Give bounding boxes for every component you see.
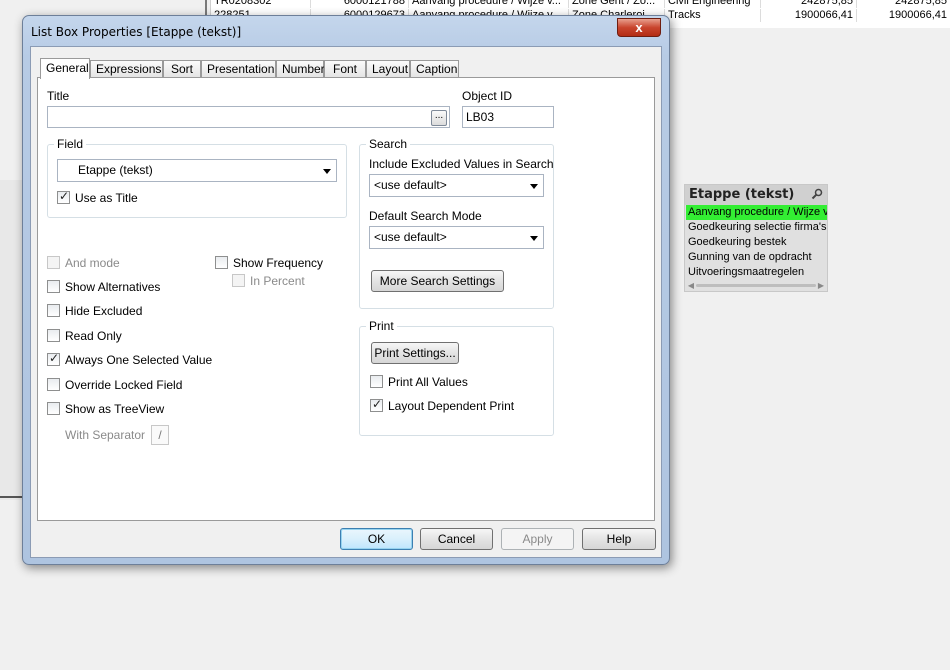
show-as-treeview-checkbox[interactable]: Show as TreeView <box>47 401 197 417</box>
listbox-caption: Etappe (tekst) <box>685 185 827 205</box>
table-cell: 1900066,41 <box>857 9 950 22</box>
etappe-listbox[interactable]: Etappe (tekst) Aanvang procedure / Wijze… <box>684 184 828 292</box>
separator-input[interactable]: / <box>151 425 169 445</box>
listbox-caption-text: Etappe (tekst) <box>689 187 795 202</box>
print-group: Print Print Settings... Print All Values… <box>359 319 554 436</box>
scrollbar-thumb[interactable] <box>696 284 816 287</box>
horizontal-scrollbar[interactable]: ◀ ▶ <box>687 281 825 290</box>
read-only-checkbox[interactable]: Read Only <box>47 328 197 344</box>
table-cell: 242875,85 <box>857 0 950 8</box>
field-group-title: Field <box>54 137 87 151</box>
list-item[interactable]: Goedkeuring bestek <box>686 235 827 250</box>
tab-expressions[interactable]: Expressions <box>90 60 163 78</box>
include-excluded-value: <use default> <box>374 178 447 192</box>
include-excluded-select[interactable]: <use default> <box>369 174 544 197</box>
list-item[interactable]: Goedkeuring selectie firma's <box>686 220 827 235</box>
tab-font[interactable]: Font <box>324 60 366 78</box>
show-as-treeview-label: Show as TreeView <box>65 402 165 416</box>
in-percent-checkbox[interactable]: In Percent <box>232 273 332 289</box>
tab-number[interactable]: Number <box>276 60 325 78</box>
list-item[interactable]: Gunning van de opdracht <box>686 250 827 265</box>
show-alternatives-checkbox[interactable]: Show Alternatives <box>47 279 197 295</box>
list-box-properties-dialog: List Box Properties [Etappe (tekst)] x G… <box>22 15 670 565</box>
and-mode-label: And mode <box>65 256 120 270</box>
tab-presentation[interactable]: Presentation <box>201 60 276 78</box>
override-locked-field-label: Override Locked Field <box>65 378 183 392</box>
layout-dependent-print-checkbox[interactable]: ✓ Layout Dependent Print <box>370 397 530 414</box>
title-expression-button[interactable]: ... <box>431 110 447 126</box>
list-item[interactable]: Aanvang procedure / Wijze v <box>686 205 827 220</box>
scroll-left-icon[interactable]: ◀ <box>687 281 695 290</box>
table-cell: 6000121788 <box>311 0 409 8</box>
title-input[interactable] <box>47 106 450 128</box>
and-mode-checkbox[interactable]: And mode <box>47 255 177 271</box>
read-only-label: Read Only <box>65 329 122 343</box>
dialog-title: List Box Properties [Etappe (tekst)] <box>31 25 242 39</box>
default-search-mode-value: <use default> <box>374 230 447 244</box>
cancel-button[interactable]: Cancel <box>420 528 493 550</box>
print-all-values-label: Print All Values <box>388 375 468 389</box>
apply-button[interactable]: Apply <box>501 528 574 550</box>
always-one-selected-label: Always One Selected Value <box>65 353 213 367</box>
use-as-title-checkbox[interactable]: ✓ Use as Title <box>57 189 177 206</box>
object-id-label: Object ID <box>462 89 513 103</box>
chevron-down-icon <box>530 236 538 241</box>
with-separator-label: With Separator <box>65 428 146 442</box>
checkmark-icon: ✓ <box>372 397 383 411</box>
checkmark-icon: ✓ <box>59 189 70 203</box>
scroll-right-icon[interactable]: ▶ <box>817 281 825 290</box>
search-group-title: Search <box>366 137 411 151</box>
override-locked-field-checkbox[interactable]: Override Locked Field <box>47 377 207 393</box>
default-search-mode-label: Default Search Mode <box>369 209 482 223</box>
chevron-down-icon <box>323 169 331 174</box>
table-row[interactable]: TR0208302 6000121788 Aanvang procedure /… <box>211 0 950 8</box>
general-tab-panel: Title ... Object ID LB03 Field Etappe (t… <box>37 77 655 521</box>
table-cell: TR0208302 <box>211 0 311 8</box>
show-frequency-checkbox[interactable]: Show Frequency <box>215 255 345 271</box>
layout-dependent-print-label: Layout Dependent Print <box>388 399 515 413</box>
search-icon[interactable] <box>811 188 823 200</box>
hide-excluded-checkbox[interactable]: Hide Excluded <box>47 303 197 319</box>
always-one-selected-checkbox[interactable]: ✓ Always One Selected Value <box>47 351 217 368</box>
table-cell: Civil Engineering <box>665 0 761 8</box>
table-cell: 242875,85 <box>761 0 857 8</box>
print-all-values-checkbox[interactable]: Print All Values <box>370 374 520 390</box>
in-percent-label: In Percent <box>250 274 305 288</box>
table-cell: Zone Gent / Zo... <box>569 0 665 8</box>
table-cell: 1900066,41 <box>761 9 857 22</box>
dialog-body: General Expressions Sort Presentation Nu… <box>30 46 662 558</box>
help-button[interactable]: Help <box>582 528 656 550</box>
close-button[interactable]: x <box>617 18 661 37</box>
tab-caption[interactable]: Caption <box>410 60 459 78</box>
ok-button[interactable]: OK <box>340 528 413 550</box>
print-group-title: Print <box>366 319 397 333</box>
print-settings-button[interactable]: Print Settings... <box>371 342 459 364</box>
list-item[interactable]: Uitvoeringsmaatregelen <box>686 265 827 280</box>
checkmark-icon: ✓ <box>49 351 60 365</box>
object-id-input[interactable]: LB03 <box>462 106 554 128</box>
use-as-title-label: Use as Title <box>75 191 138 205</box>
tab-layout[interactable]: Layout <box>366 60 410 78</box>
tab-general[interactable]: General <box>40 58 90 79</box>
hide-excluded-label: Hide Excluded <box>65 304 143 318</box>
show-alternatives-label: Show Alternatives <box>65 280 161 294</box>
search-group: Search Include Excluded Values in Search… <box>359 137 554 309</box>
title-bar[interactable]: List Box Properties [Etappe (tekst)] x <box>23 16 669 46</box>
default-search-mode-select[interactable]: <use default> <box>369 226 544 249</box>
table-cell: Tracks <box>665 9 761 22</box>
field-select-value: Etappe (tekst) <box>78 163 153 177</box>
tab-sort[interactable]: Sort <box>163 60 201 78</box>
more-search-settings-button[interactable]: More Search Settings <box>371 270 504 292</box>
table-cell: Aanvang procedure / Wijze v... <box>409 0 569 8</box>
include-excluded-label: Include Excluded Values in Search <box>369 157 554 171</box>
field-group: Field Etappe (tekst) ✓ Use as Title <box>47 137 347 218</box>
close-icon: x <box>635 20 643 35</box>
field-select[interactable]: Etappe (tekst) <box>57 159 337 182</box>
show-frequency-label: Show Frequency <box>233 256 324 270</box>
chevron-down-icon <box>530 184 538 189</box>
title-label: Title <box>47 89 70 103</box>
